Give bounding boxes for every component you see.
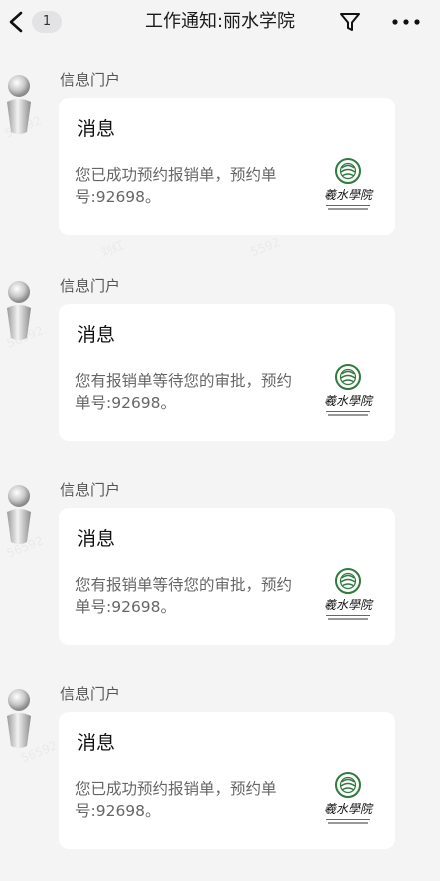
message-card[interactable]: 消息 您有报销单等待您的审批，预约单号:92698。 羲水學院	[59, 508, 395, 645]
lishui-university-logo-icon: 羲水學院	[324, 772, 374, 824]
lishui-university-logo-icon: 羲水學院	[324, 158, 374, 210]
avatar-icon	[7, 281, 31, 340]
more-button[interactable]	[390, 10, 422, 34]
university-logo: 羲水學院	[317, 768, 379, 830]
sender-avatar[interactable]	[4, 484, 34, 546]
sender-avatar[interactable]	[4, 74, 34, 136]
more-horizontal-icon	[392, 19, 420, 25]
card-body: 您有报销单等待您的审批，预约单号:92698。	[75, 372, 293, 412]
card-title: 消息	[77, 528, 116, 550]
svg-text:羲水學院: 羲水學院	[324, 188, 374, 202]
message-card[interactable]: 消息 您已成功预约报销单，预约单号:92698。 羲水學院	[59, 712, 395, 849]
card-title: 消息	[77, 324, 116, 346]
card-title: 消息	[77, 732, 116, 754]
avatar-icon	[7, 689, 31, 748]
sender-name: 信息门户	[60, 685, 121, 703]
card-body: 您有报销单等待您的审批，预约单号:92698。	[75, 576, 293, 616]
message-card[interactable]: 消息 您已成功预约报销单，预约单号:92698。 羲水學院	[59, 98, 395, 235]
card-body: 您已成功预约报销单，预约单号:92698。	[75, 780, 277, 820]
svg-text:羲水學院: 羲水學院	[324, 802, 374, 816]
sender-avatar[interactable]	[4, 280, 34, 342]
top-nav-bar: 1 工作通知:丽水学院	[0, 0, 440, 44]
university-logo: 羲水學院	[317, 154, 379, 216]
university-logo: 羲水學院	[317, 564, 379, 626]
sender-name: 信息门户	[60, 481, 121, 499]
card-body: 您已成功预约报销单，预约单号:92698。	[75, 166, 277, 206]
svg-text:羲水學院: 羲水學院	[324, 394, 374, 408]
lishui-university-logo-icon: 羲水學院	[324, 568, 374, 620]
university-logo: 羲水學院	[317, 360, 379, 422]
avatar-icon	[7, 75, 31, 134]
sender-name: 信息门户	[60, 277, 121, 295]
sender-name: 信息门户	[60, 71, 121, 89]
back-button[interactable]	[6, 10, 28, 34]
avatar-icon	[7, 485, 31, 544]
page-title: 工作通知:丽水学院	[144, 11, 296, 32]
sender-avatar[interactable]	[4, 688, 34, 750]
card-title: 消息	[77, 118, 116, 140]
svg-text:羲水學院: 羲水學院	[324, 598, 374, 612]
filter-button[interactable]	[338, 10, 362, 34]
unread-count-badge[interactable]: 1	[32, 11, 62, 33]
lishui-university-logo-icon: 羲水學院	[324, 364, 374, 416]
chevron-left-icon	[9, 11, 23, 33]
message-card[interactable]: 消息 您有报销单等待您的审批，预约单号:92698。 羲水學院	[59, 304, 395, 441]
filter-icon	[340, 13, 360, 31]
